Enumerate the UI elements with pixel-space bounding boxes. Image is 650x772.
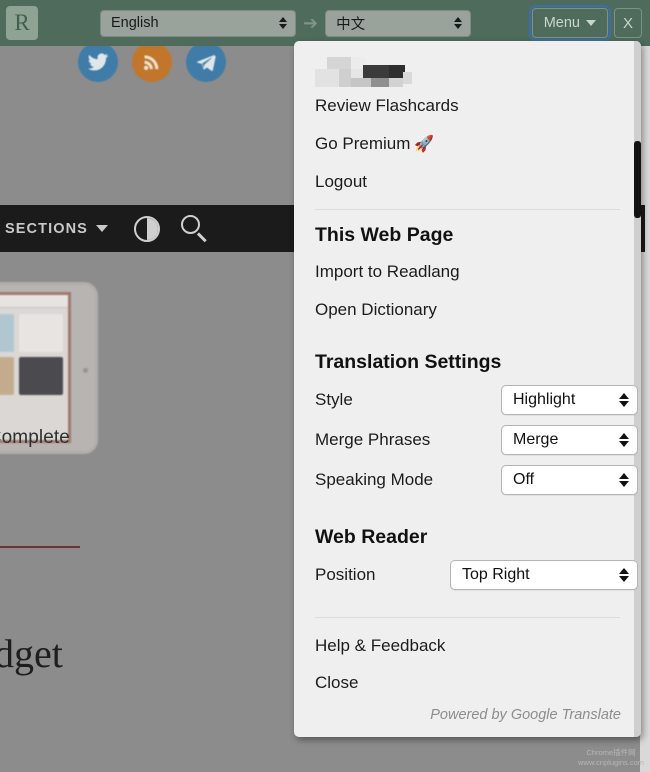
rss-icon[interactable] bbox=[132, 42, 172, 82]
label-position: Position bbox=[315, 564, 376, 584]
section-divider bbox=[315, 209, 620, 211]
select-position-value: Top Right bbox=[462, 565, 530, 583]
watermark-line-1: Chrome插件网 bbox=[586, 747, 636, 757]
go-premium-label: Go Premium bbox=[315, 133, 411, 153]
chevron-updown-icon bbox=[279, 17, 287, 29]
section-title-translation-settings: Translation Settings bbox=[315, 350, 502, 373]
menu-item-help-and-feedback[interactable]: Help & Feedback bbox=[315, 627, 641, 665]
twitter-icon[interactable] bbox=[78, 42, 118, 82]
menu-item-close[interactable]: Close bbox=[315, 664, 641, 702]
chevron-down-icon bbox=[586, 20, 596, 26]
setting-row-speaking-mode: Speaking Mode Off bbox=[315, 460, 641, 500]
menu-item-logout[interactable]: Logout bbox=[315, 163, 641, 201]
label-speaking-mode: Speaking Mode bbox=[315, 469, 434, 489]
select-merge-phrases-value: Merge bbox=[513, 430, 559, 448]
select-position[interactable]: Top Right bbox=[450, 559, 638, 590]
target-language-select[interactable]: 中文 bbox=[325, 9, 472, 37]
select-speaking-mode[interactable]: Off bbox=[501, 464, 638, 495]
section-title-web-reader: Web Reader bbox=[315, 525, 428, 548]
chevron-updown-icon bbox=[619, 392, 629, 407]
sections-label: SECTIONS bbox=[5, 220, 88, 237]
chevron-updown-icon bbox=[619, 472, 629, 487]
chevron-updown-icon bbox=[619, 567, 629, 582]
close-toolbar-button[interactable]: X bbox=[614, 8, 642, 38]
menu-item-review-flashcards[interactable]: Review Flashcards bbox=[315, 87, 641, 125]
setting-row-merge-phrases: Merge Phrases Merge bbox=[315, 420, 641, 460]
chevron-updown-icon bbox=[454, 17, 463, 29]
telegram-icon[interactable] bbox=[186, 42, 226, 82]
menu-item-import-to-readlang[interactable]: Import to Readlang bbox=[315, 253, 641, 291]
select-speaking-mode-value: Off bbox=[513, 470, 535, 488]
select-style[interactable]: Highlight bbox=[501, 384, 638, 415]
chevron-down-icon bbox=[95, 225, 108, 232]
menu-button[interactable]: Menu bbox=[528, 5, 612, 41]
article-divider bbox=[0, 546, 80, 548]
navbar-icons bbox=[133, 214, 210, 244]
arrow-right-icon: ➔ bbox=[303, 12, 319, 33]
target-language-value: 中文 bbox=[336, 16, 366, 33]
select-style-value: Highlight bbox=[513, 390, 576, 408]
sections-menu[interactable]: SECTIONS bbox=[5, 221, 108, 237]
powered-by-label: Powered by Google Translate bbox=[430, 707, 621, 723]
source-language-select[interactable]: English bbox=[100, 9, 296, 37]
label-style: Style bbox=[315, 389, 353, 409]
menu-item-go-premium[interactable]: Go Premium 🚀 bbox=[315, 125, 641, 163]
screenshot-root: SECTIONS omplete dget R English ➔ 中文 Men… bbox=[0, 0, 650, 772]
watermark-line-2: www.cnplugins.com bbox=[578, 757, 644, 767]
readlang-logo[interactable]: R bbox=[6, 6, 38, 40]
contrast-icon[interactable] bbox=[133, 215, 160, 242]
section-title-this-web-page: This Web Page bbox=[315, 224, 454, 247]
rocket-icon: 🚀 bbox=[414, 135, 435, 153]
scrollbar-thumb[interactable] bbox=[634, 141, 641, 218]
chevron-updown-icon bbox=[619, 432, 629, 447]
search-icon[interactable] bbox=[180, 214, 210, 244]
menu-item-open-dictionary[interactable]: Open Dictionary bbox=[315, 291, 641, 329]
section-divider bbox=[315, 616, 620, 618]
setting-row-position: Position Top Right bbox=[315, 555, 641, 595]
source-language-value: English bbox=[111, 15, 159, 31]
select-merge-phrases[interactable]: Merge bbox=[501, 424, 638, 455]
toolbar-right-actions: Menu X bbox=[528, 5, 650, 41]
site-watermark: Chrome插件网 www.cnplugins.com bbox=[578, 748, 644, 768]
account-name-redacted bbox=[315, 55, 412, 87]
menu-button-label: Menu bbox=[543, 15, 580, 31]
article-headline: dget bbox=[0, 631, 63, 676]
label-merge-phrases: Merge Phrases bbox=[315, 429, 431, 449]
setting-row-style: Style Highlight bbox=[315, 380, 641, 420]
article-image-caption: r Complete bbox=[0, 427, 70, 448]
readlang-toolbar: R English ➔ 中文 Menu X bbox=[0, 0, 650, 46]
menu-dropdown-panel: Review Flashcards Go Premium 🚀 Logout Thi… bbox=[294, 41, 641, 737]
social-links bbox=[78, 42, 226, 82]
